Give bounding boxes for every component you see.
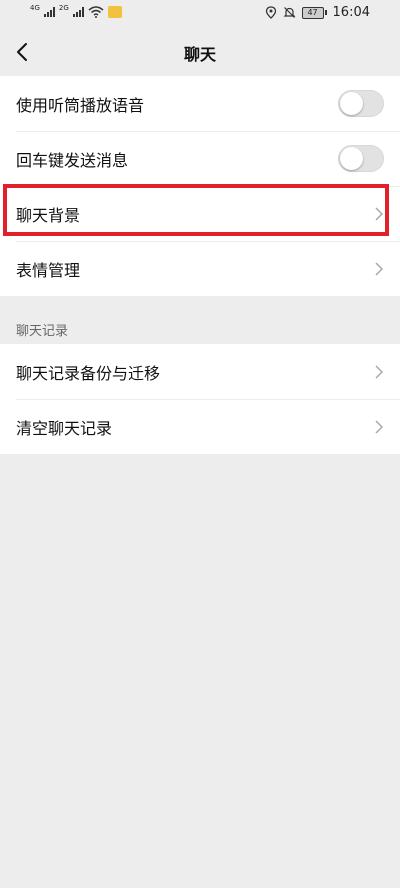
settings-group-general: 使用听筒播放语音 回车键发送消息 聊天背景 表情管理 [0, 76, 400, 296]
nav-bar: 聊天 [0, 28, 400, 76]
setting-label: 表情管理 [16, 260, 81, 280]
signal-icon-2 [72, 7, 84, 17]
enter-send-toggle[interactable] [338, 145, 384, 172]
setting-label: 聊天记录备份与迁移 [16, 363, 161, 383]
section-header-chat-history: 聊天记录 [16, 324, 69, 339]
setting-chat-background[interactable]: 聊天背景 [0, 186, 400, 241]
setting-sticker-management[interactable]: 表情管理 [0, 241, 400, 296]
chevron-right-icon [375, 262, 384, 276]
clock: 16:04 [332, 5, 370, 20]
setting-clear-history[interactable]: 清空聊天记录 [0, 399, 400, 454]
page-title: 聊天 [183, 45, 216, 64]
setting-backup-migrate[interactable]: 聊天记录备份与迁移 [0, 344, 400, 399]
chevron-right-icon [375, 420, 384, 434]
location-icon [265, 6, 276, 19]
chevron-right-icon [375, 365, 384, 379]
network-type-1: 4G [30, 3, 40, 12]
notification-app-icon [107, 6, 122, 18]
setting-earpiece-playback[interactable]: 使用听筒播放语音 [0, 76, 400, 131]
status-bar: 4G 2G 47 16:04 [0, 0, 400, 28]
battery-level: 47 [301, 6, 324, 19]
earpiece-toggle[interactable] [338, 90, 384, 117]
status-left: 4G 2G [30, 3, 122, 18]
setting-label: 清空聊天记录 [16, 418, 113, 438]
setting-enter-to-send[interactable]: 回车键发送消息 [0, 131, 400, 186]
signal-icon [43, 7, 55, 17]
battery-icon: 47 [301, 6, 327, 19]
network-type-2: 2G [58, 3, 69, 12]
setting-label: 聊天背景 [16, 205, 81, 225]
toggle-knob [340, 92, 363, 115]
settings-group-chat-history: 聊天记录备份与迁移 清空聊天记录 [0, 344, 400, 454]
chevron-right-icon [375, 207, 384, 221]
wifi-icon [88, 6, 104, 18]
status-right: 47 16:04 [265, 5, 370, 20]
toggle-knob [340, 147, 363, 170]
mute-bell-icon [283, 7, 295, 18]
